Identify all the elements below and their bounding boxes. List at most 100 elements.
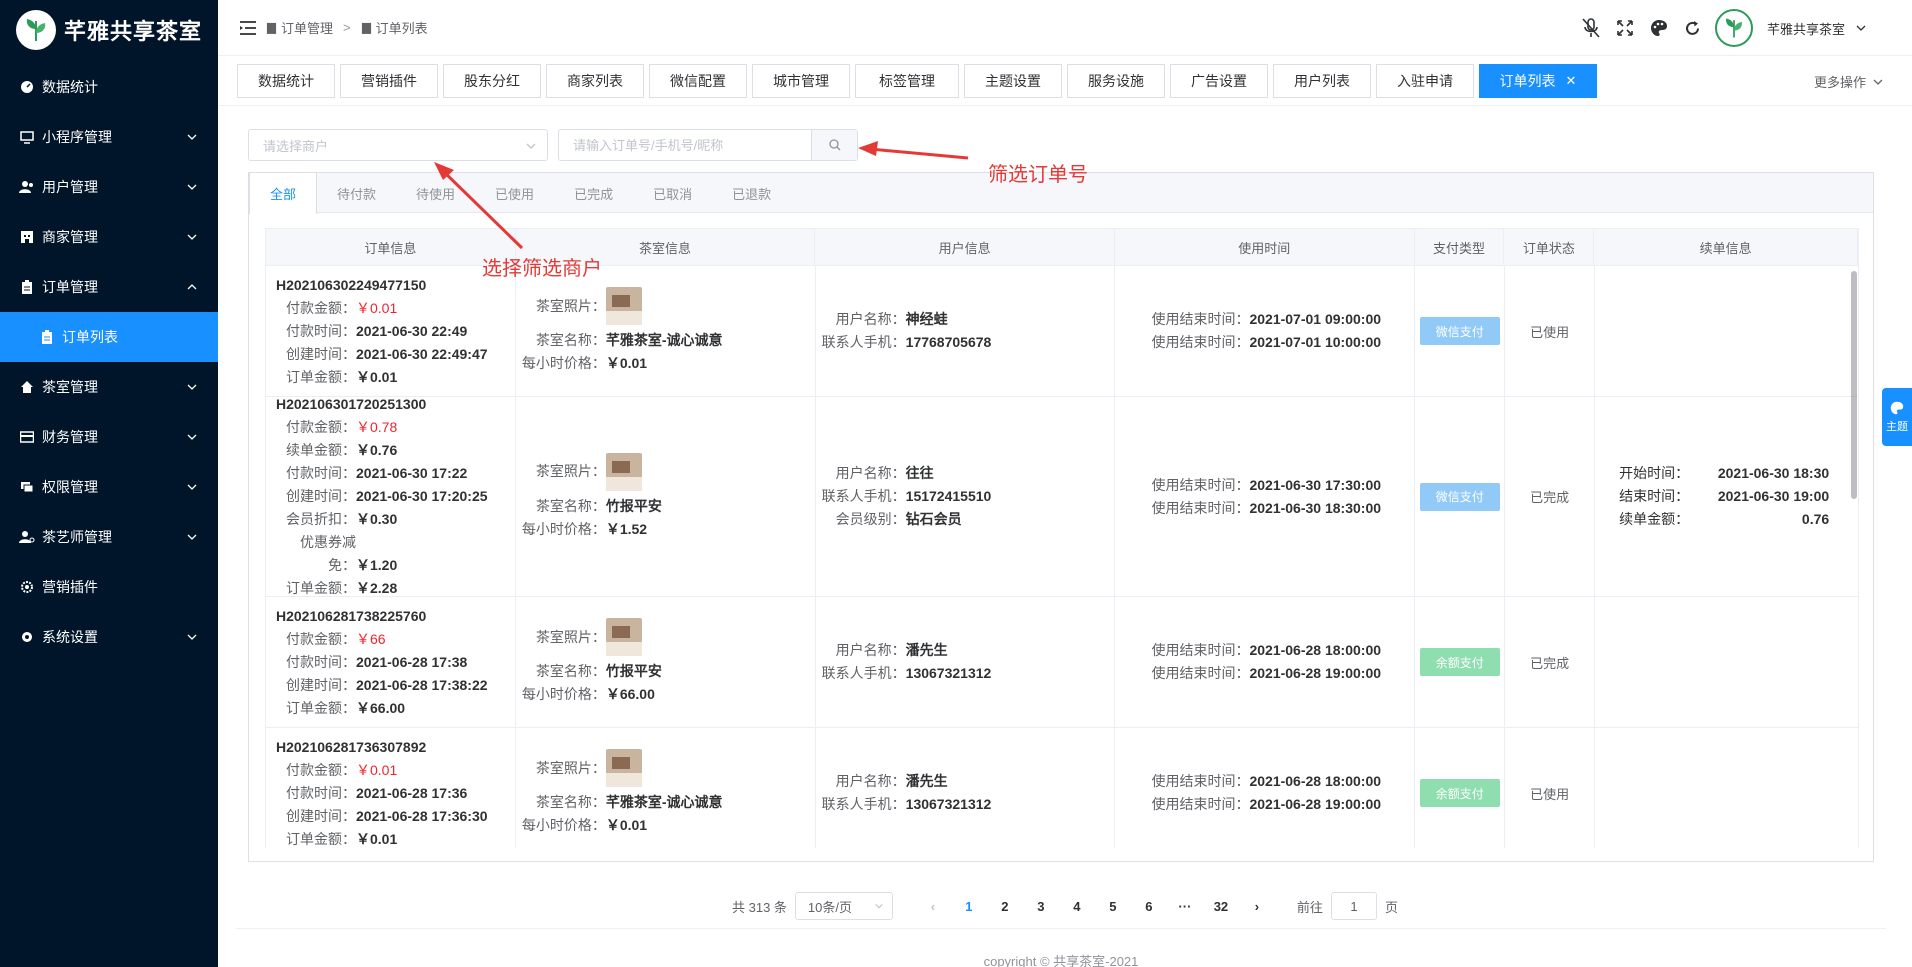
goto-page-input[interactable]: 1 (1330, 892, 1377, 920)
refresh-icon[interactable] (1681, 16, 1705, 40)
phone: 13067321312 (905, 796, 992, 812)
label: 付款金额： (286, 630, 356, 647)
sidebar-item-finance[interactable]: 财务管理 (0, 412, 218, 462)
status-tab-refunded[interactable]: 已退款 (712, 173, 791, 213)
user-settings-icon (18, 528, 36, 546)
page-ellipsis[interactable]: ··· (1171, 892, 1199, 920)
sidebar-item-tea-masters[interactable]: 茶艺师管理 (0, 512, 218, 562)
sidebar-item-users[interactable]: 用户管理 (0, 162, 218, 212)
label: 会员折扣： (286, 511, 356, 527)
sidebar-item-marketing[interactable]: 营销插件 (0, 562, 218, 612)
sidebar-item-merchants[interactable]: 商家管理 (0, 212, 218, 262)
sidebar-item-tearooms[interactable]: 茶室管理 (0, 362, 218, 412)
label: 订单金额： (286, 699, 356, 716)
tab-marketing[interactable]: 营销插件 (340, 63, 438, 98)
room-photo[interactable] (605, 749, 642, 787)
tab-user-list[interactable]: 用户列表 (1273, 63, 1371, 98)
avatar[interactable] (1714, 9, 1753, 47)
label: 付款时间： (286, 465, 356, 481)
sidebar-item-permissions[interactable]: 权限管理 (0, 462, 218, 512)
chevron-down-icon (1873, 79, 1883, 85)
arrow-to-search (858, 141, 969, 160)
tab-merchant-list[interactable]: 商家列表 (546, 63, 644, 98)
page-size-select[interactable]: 10条/页 (794, 892, 893, 920)
sidebar-item-miniprogram[interactable]: 小程序管理 (0, 112, 218, 162)
pay-amount: ￥66 (356, 630, 386, 647)
merchant-select[interactable]: 请选择商户 (248, 129, 548, 161)
top-header: 订单管理 > 订单列表 芊雅共享茶室 (218, 0, 1912, 56)
tab-theme[interactable]: 主题设置 (964, 63, 1062, 98)
tab-wechat-config[interactable]: 微信配置 (649, 63, 747, 98)
breadcrumb-item-orders[interactable]: 订单管理 (281, 18, 333, 37)
tab-label: 订单列表 (1499, 72, 1556, 89)
chevron-down-icon[interactable] (1855, 22, 1867, 34)
sidebar-item-orders[interactable]: 订单管理 (0, 262, 218, 312)
mic-off-icon[interactable] (1579, 16, 1603, 40)
page-button[interactable]: 6 (1135, 892, 1163, 920)
room-name: 芊雅茶室-诚心诚意 (605, 332, 723, 348)
sidebar-item-settings[interactable]: 系统设置 (0, 612, 218, 662)
card-icon (18, 428, 36, 446)
room-photo[interactable] (605, 452, 642, 491)
label: 茶室名称： (535, 497, 606, 514)
page-button[interactable]: 32 (1207, 892, 1235, 920)
user-name: 潘先生 (905, 773, 948, 789)
sidebar-item-dashboard[interactable]: 数据统计 (0, 62, 218, 112)
status-tab-cancelled[interactable]: 已取消 (633, 173, 712, 213)
page-button[interactable]: 5 (1099, 892, 1127, 920)
page-button[interactable]: 4 (1063, 892, 1091, 920)
fullscreen-icon[interactable] (1613, 16, 1637, 40)
monitor-icon (18, 128, 36, 146)
room-photo[interactable] (605, 287, 642, 325)
table-scrollbar[interactable] (1851, 271, 1857, 499)
order-status: 已完成 (1530, 655, 1570, 671)
tab-tags[interactable]: 标签管理 (855, 63, 959, 98)
label: 每小时价格： (521, 686, 606, 702)
status-tab-all[interactable]: 全部 (249, 173, 318, 214)
label: 创建时间： (286, 488, 356, 504)
tab-data-stats[interactable]: 数据统计 (237, 63, 335, 98)
label: 使用结束时间： (1151, 796, 1250, 812)
label: 用户名称： (835, 773, 906, 789)
page-button[interactable]: 2 (991, 892, 1019, 920)
table-row: H202106281736307892 付款金额：￥0.01 付款时间：2021… (265, 728, 1859, 848)
status-tab-to-use[interactable]: 待使用 (396, 173, 475, 213)
tab-order-list[interactable]: 订单列表 ✕ (1479, 63, 1597, 98)
prev-page-button[interactable]: ‹ (919, 892, 947, 920)
search-input[interactable] (559, 130, 811, 160)
label: 付款时间： (286, 653, 356, 670)
use-time-cell: 使用结束时间：2021-06-28 18:00:00 使用结束时间：2021-0… (1115, 728, 1416, 848)
page-button[interactable]: 3 (1027, 892, 1055, 920)
status-tab-used[interactable]: 已使用 (475, 173, 554, 213)
tab-facilities[interactable]: 服务设施 (1067, 63, 1165, 98)
username[interactable]: 芊雅共享茶室 (1767, 19, 1845, 38)
search-button[interactable] (811, 130, 857, 160)
label: 用户名称： (835, 642, 906, 658)
renew-start: 2021-06-30 18:30 (1717, 465, 1830, 481)
page-button[interactable]: 1 (955, 892, 983, 920)
status-tab-completed[interactable]: 已完成 (554, 173, 633, 213)
chevron-down-icon (187, 184, 197, 190)
theme-button[interactable]: 主题 (1882, 388, 1912, 446)
theme-label: 主题 (1886, 420, 1908, 433)
order-amount: ￥0.01 (356, 830, 398, 847)
menu-toggle-icon[interactable] (240, 20, 256, 35)
page-size-value: 10条/页 (807, 899, 852, 915)
room-photo[interactable] (605, 618, 642, 656)
next-page-button[interactable]: › (1243, 892, 1271, 920)
logo: 芊雅共享茶室 (0, 0, 218, 60)
tab-dividend[interactable]: 股东分红 (443, 63, 541, 98)
column-header: 续单信息 (1594, 229, 1859, 265)
tab-ads[interactable]: 广告设置 (1170, 63, 1268, 98)
tab-city[interactable]: 城市管理 (752, 63, 850, 98)
label: 订单金额： (286, 368, 356, 385)
tab-apply[interactable]: 入驻申请 (1376, 63, 1474, 98)
status-tab-unpaid[interactable]: 待付款 (317, 173, 396, 213)
sidebar-item-order-list[interactable]: 订单列表 (0, 312, 218, 362)
palette-icon[interactable] (1647, 16, 1671, 40)
close-icon[interactable]: ✕ (1566, 73, 1577, 89)
label: 创建时间： (286, 807, 356, 824)
chevron-down-icon (187, 634, 197, 640)
more-actions-dropdown[interactable]: 更多操作 (1814, 72, 1884, 91)
label: 付款金额： (286, 299, 356, 316)
